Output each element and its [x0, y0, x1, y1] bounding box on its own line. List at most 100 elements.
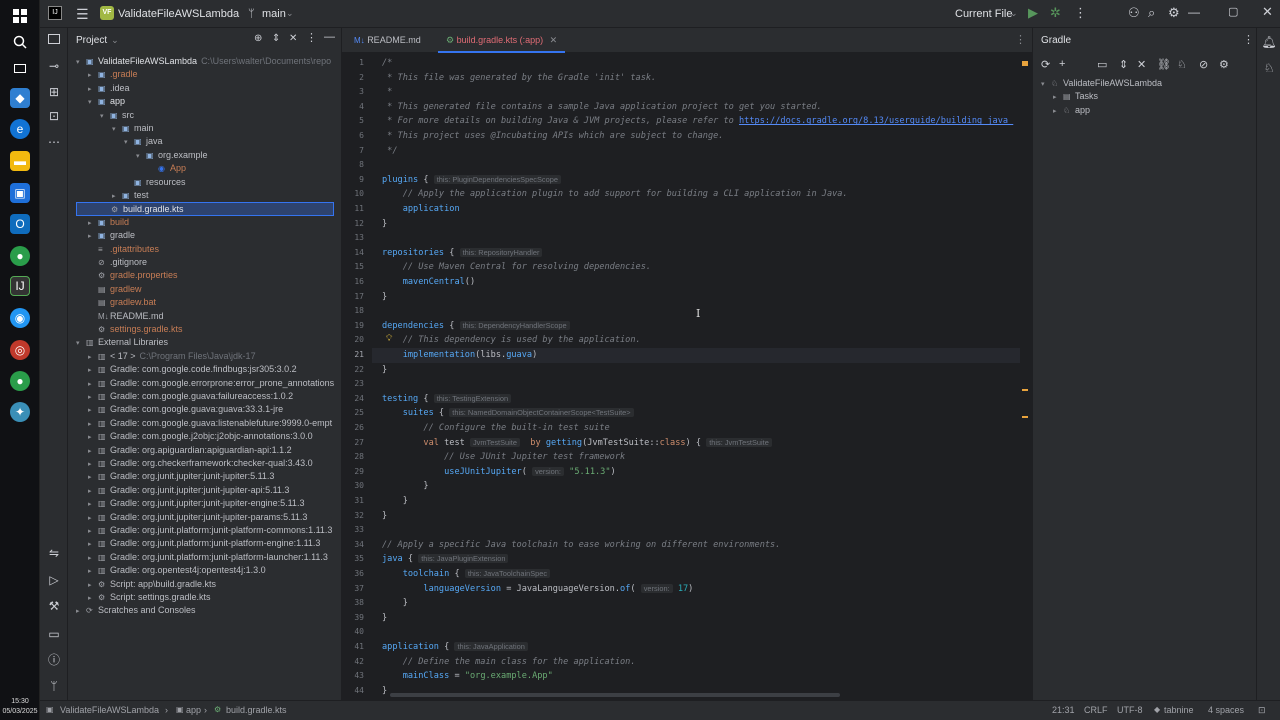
code-line[interactable]: *	[382, 85, 392, 100]
chevron-right-icon[interactable]: ▸	[88, 391, 98, 404]
chevron-right-icon[interactable]: ▸	[88, 525, 98, 538]
chevron-right-icon[interactable]: ▸	[88, 485, 98, 498]
code-line[interactable]: // Configure the built-in test suite	[382, 421, 609, 436]
code-editor[interactable]: /* * This file was generated by the Grad…	[372, 53, 1030, 700]
line-number[interactable]: 41	[354, 640, 364, 655]
project-tree-row[interactable]: ▸ ⚙ Script: app\build.gradle.kts	[68, 578, 341, 592]
line-number[interactable]: 23	[354, 377, 364, 392]
code-line[interactable]: /*	[382, 56, 392, 71]
branch-selector[interactable]: main	[262, 8, 286, 20]
code-line[interactable]: * For more details on building Java & JV…	[382, 114, 1013, 129]
offline-icon[interactable]: ⊘	[1199, 58, 1208, 71]
line-number[interactable]: 16	[354, 275, 364, 290]
project-tree-row[interactable]: ▸ ▣ test	[68, 189, 341, 202]
code-line[interactable]: application	[382, 202, 460, 217]
code-line[interactable]: mainClass = "org.example.App"	[382, 669, 553, 684]
code-line[interactable]: java { this: JavaPluginExtension	[382, 552, 509, 567]
code-line[interactable]: }	[382, 363, 387, 378]
line-number[interactable]: 9	[359, 173, 364, 188]
add-user-icon[interactable]: ⚇	[1128, 5, 1140, 21]
code-line[interactable]: * This file was generated by the Gradle …	[382, 71, 656, 86]
more-tools-icon[interactable]: ⋯	[46, 134, 62, 150]
tab-readme[interactable]: M↓ README.md	[346, 28, 429, 53]
warning-marker[interactable]	[1022, 389, 1028, 391]
code-line[interactable]: * This generated file contains a sample …	[382, 100, 822, 115]
breadcrumb-app[interactable]: app	[186, 705, 201, 715]
code-line[interactable]: }	[382, 509, 387, 524]
line-number[interactable]: 15	[354, 260, 364, 275]
line-number[interactable]: 4	[359, 100, 364, 115]
project-tree-row[interactable]: ▸ ⟳ Scratches and Consoles	[68, 604, 341, 618]
line-number[interactable]: 44	[354, 684, 364, 699]
line-number[interactable]: 10	[354, 187, 364, 202]
gradle-tool-icon[interactable]: ♘	[1261, 60, 1277, 76]
line-number[interactable]: 19	[354, 319, 364, 334]
code-line[interactable]: // Apply a specific Java toolchain to ea…	[382, 538, 780, 553]
code-line[interactable]: val test JvmTestSuite by getting(JvmTest…	[382, 436, 772, 451]
line-number[interactable]: 21	[354, 348, 364, 363]
lightbulb-icon[interactable]: 💡︎	[386, 333, 392, 344]
lock-icon[interactable]: ⊡	[1258, 705, 1266, 716]
code-line[interactable]: plugins { this: PluginDependenciesSpecSc…	[382, 173, 561, 188]
project-tree-row[interactable]: ▾ ▣ main	[68, 122, 341, 135]
tab-options-icon[interactable]: ⋮	[1015, 33, 1026, 46]
build-tool-icon[interactable]: ⚒	[46, 598, 62, 614]
project-tree-row[interactable]: ▸ ▥ Gradle: org.junit.platform:junit-platf…	[68, 524, 341, 538]
line-number[interactable]: 39	[354, 611, 364, 626]
store-icon[interactable]: ▣	[10, 183, 30, 203]
project-tree-row[interactable]: ◉ App	[68, 162, 341, 175]
chevron-right-icon[interactable]: ▸	[76, 605, 86, 618]
project-tree-row[interactable]: ▸ ▥ Gradle: org.junit.jupiter:junit-jupite…	[68, 497, 341, 510]
code-line[interactable]: }	[382, 217, 387, 232]
chevron-right-icon[interactable]: ▸	[1053, 91, 1063, 104]
more-actions-icon[interactable]: ⋮	[1074, 5, 1087, 21]
line-number[interactable]: 25	[354, 406, 364, 421]
project-selector[interactable]: ValidateFileAWSLambda	[118, 8, 239, 20]
project-tree-row[interactable]: ▸ ▥ Gradle: com.google.j2objc:j2objc-annot…	[68, 430, 341, 444]
chevron-right-icon[interactable]: ▸	[88, 592, 98, 605]
code-line[interactable]: toolchain { this: JavaToolchainSpec	[382, 567, 551, 582]
project-tree-row[interactable]: ▸ ▥ Gradle: com.google.guava:failureaccess…	[68, 390, 341, 404]
expand-all-icon[interactable]: ⇕	[1119, 58, 1128, 71]
app-icon[interactable]: ◆	[10, 88, 30, 108]
project-tree-row[interactable]: ▸ ▥ Gradle: com.google.guava:guava:33.3.1-…	[68, 403, 341, 416]
project-tree-row[interactable]: ▸ ▥ Gradle: org.junit.jupiter:junit-jupite…	[68, 470, 341, 483]
code-line[interactable]: useJUnitJupiter( version: "5.11.3")	[382, 465, 616, 480]
search-everywhere-icon[interactable]: ⌕	[1148, 5, 1155, 21]
project-tree-row[interactable]: ▸ ▥ Gradle: com.google.errorprone:error_pr…	[68, 377, 341, 390]
line-number[interactable]: 26	[354, 421, 364, 436]
chevron-right-icon[interactable]: ▸	[88, 431, 98, 444]
project-tree-row[interactable]: ▸ ▥ Gradle: org.apiguardian:apiguardian-ap…	[68, 444, 341, 457]
line-number[interactable]: 12	[354, 217, 364, 232]
edge-icon[interactable]: e	[10, 119, 30, 139]
code-line[interactable]: // Use Maven Central for resolving depen…	[382, 260, 651, 275]
elephant-icon[interactable]: ♘	[1177, 58, 1187, 71]
file-encoding[interactable]: UTF-8	[1117, 705, 1143, 715]
reload-icon[interactable]: ⟳	[1041, 58, 1050, 71]
line-number[interactable]: 7	[359, 144, 364, 159]
code-line[interactable]: // Define the main class for the applica…	[382, 655, 636, 670]
collapse-all-icon[interactable]: ✕	[289, 33, 297, 44]
chevron-down-icon[interactable]: ▾	[100, 110, 110, 123]
project-tree-row[interactable]: ▸ ▥ Gradle: org.junit.platform:junit-platf…	[68, 537, 341, 550]
code-line[interactable]: }	[382, 684, 387, 699]
project-tree-row[interactable]: ▸ ▥ Gradle: com.google.guava:listenablefut…	[68, 417, 341, 430]
tab-build-gradle[interactable]: ⚙ build.gradle.kts (:app) ✕	[438, 28, 566, 53]
minimize-icon[interactable]: —	[1188, 5, 1200, 19]
chevron-right-icon[interactable]: ▸	[88, 83, 98, 96]
close-tab-icon[interactable]: ✕	[550, 35, 558, 45]
code-line[interactable]: }	[382, 290, 387, 305]
code-line[interactable]: }	[382, 596, 408, 611]
line-number[interactable]: 32	[354, 509, 364, 524]
line-number[interactable]: 40	[354, 625, 364, 640]
main-menu-icon[interactable]: ☰	[76, 6, 89, 23]
gradle-tree-row[interactable]: ▸ ▤ Tasks	[1033, 90, 1098, 103]
terminal-icon[interactable]: ▭	[46, 626, 62, 642]
git-icon[interactable]: ᛘ	[46, 678, 62, 694]
notifications-icon[interactable]: 🔔︎	[1261, 34, 1277, 50]
project-tree-row[interactable]: M↓README.md	[68, 310, 341, 323]
run-tool-icon[interactable]: ▷	[46, 572, 62, 588]
line-number[interactable]: 22	[354, 363, 364, 378]
chevron-right-icon[interactable]: ▸	[88, 579, 98, 592]
code-line[interactable]: }	[382, 494, 408, 509]
